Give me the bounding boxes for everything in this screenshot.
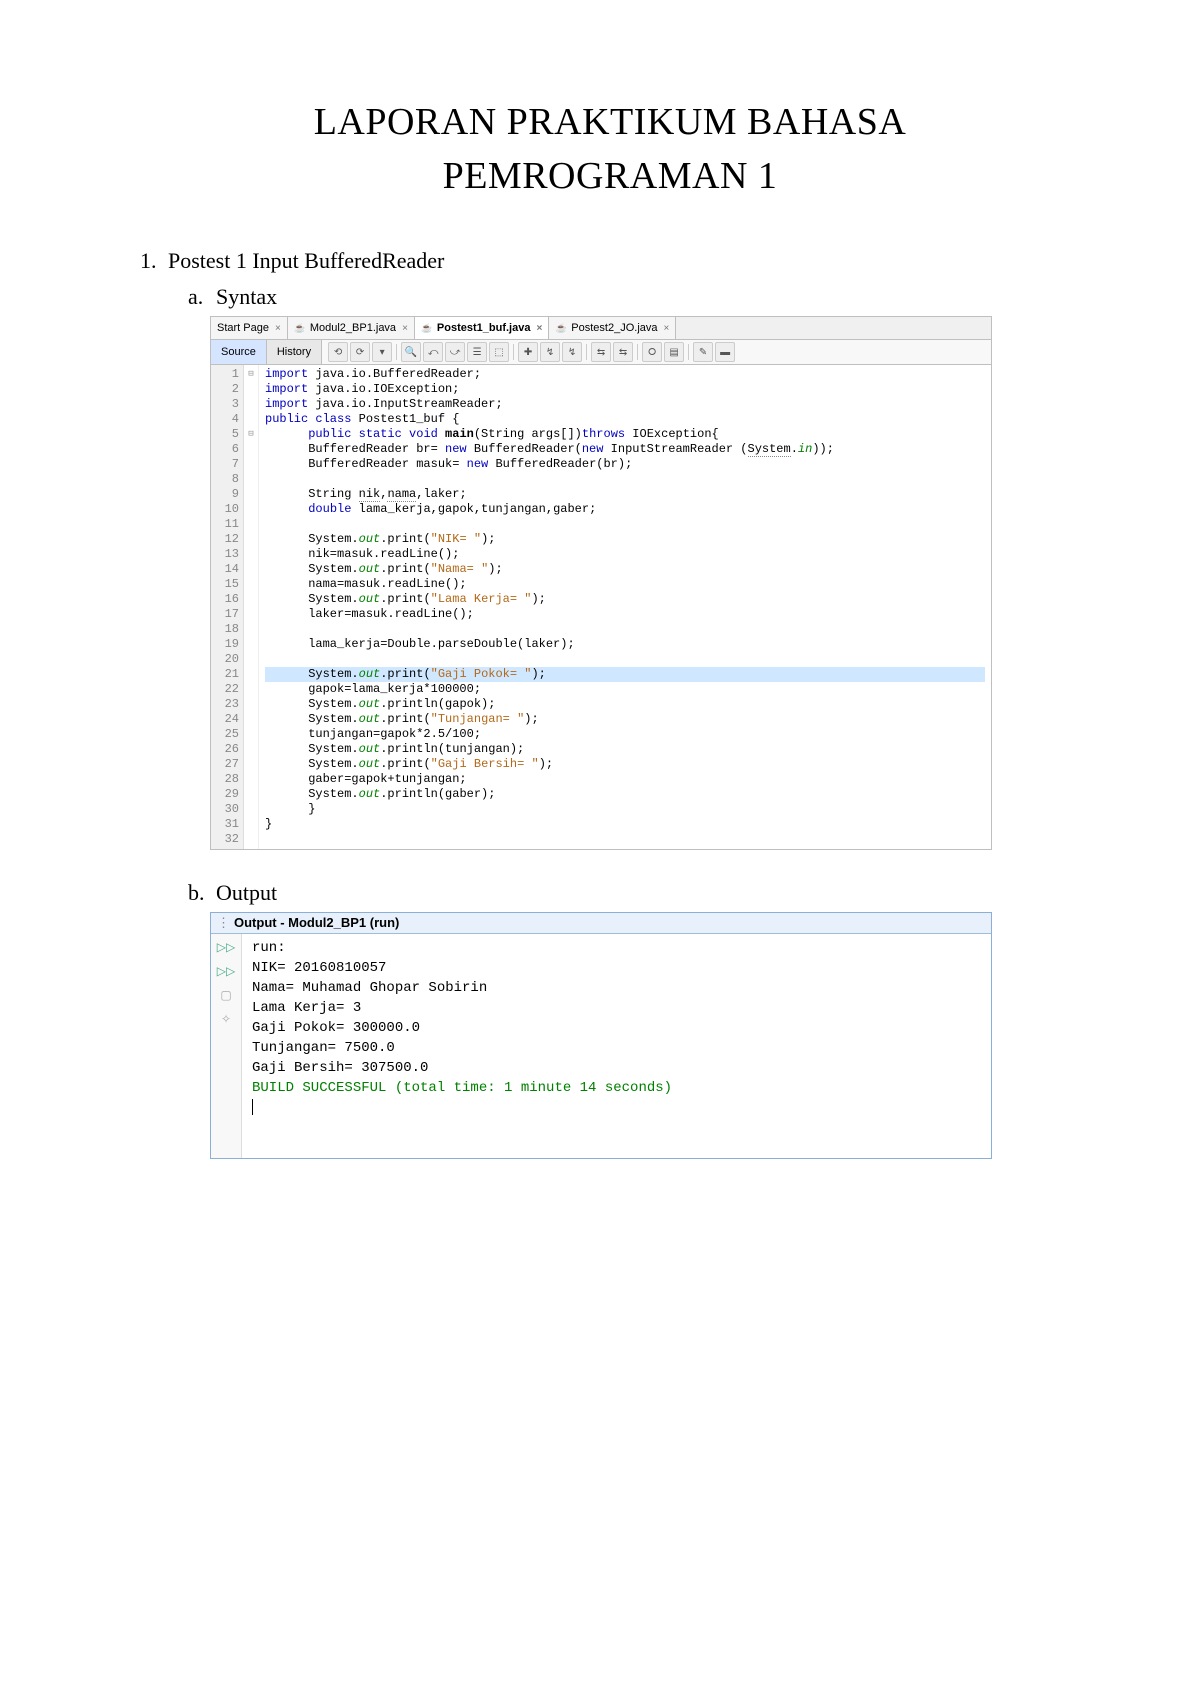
editor-tab-1[interactable]: ☕ Modul2_BP1.java × — [288, 317, 415, 339]
editor-tab-label: Postest2_JO.java — [571, 322, 657, 334]
toolbar-icon[interactable]: ⤺ — [423, 342, 443, 362]
doc-title-line1: LAPORAN PRAKTIKUM BAHASA — [140, 100, 1080, 144]
code-area: 1234567891011121314151617181920212223242… — [211, 365, 991, 849]
toolbar-icon[interactable]: 🔍 — [401, 342, 421, 362]
close-icon[interactable]: × — [536, 323, 542, 334]
close-icon[interactable]: × — [664, 323, 670, 334]
toolbar-icon[interactable]: ⤻ — [445, 342, 465, 362]
editor-tab-label: Modul2_BP1.java — [310, 322, 396, 334]
line-number-gutter: 1234567891011121314151617181920212223242… — [211, 365, 244, 849]
ide-editor: Start Page × ☕ Modul2_BP1.java × ☕ Postest1_bu… — [210, 316, 992, 850]
toolbar-icon[interactable]: ▾ — [372, 342, 392, 362]
output-console[interactable]: run:NIK= 20160810057Nama= Muhamad Ghopar… — [242, 934, 991, 1158]
section-1-text: Postest 1 Input BufferedReader — [168, 248, 444, 273]
toolbar-icon[interactable]: ▤ — [664, 342, 684, 362]
java-file-icon: ☕ — [421, 322, 433, 334]
toolbar-icon[interactable]: ▬ — [715, 342, 735, 362]
toolbar-separator — [396, 344, 397, 360]
output-gutter: ▷▷ ▷▷ ▢ ✧ — [211, 934, 242, 1158]
toolbar-separator — [513, 344, 514, 360]
history-view-button[interactable]: History — [267, 340, 322, 364]
output-gutter-icon[interactable]: ✧ — [217, 1010, 235, 1028]
subsection-a: a.Syntax — [188, 284, 1080, 310]
toolbar-icon[interactable]: ⇆ — [591, 342, 611, 362]
toolbar-icon[interactable]: ⟳ — [350, 342, 370, 362]
editor-toolbar: Source History ⟲⟳▾🔍⤺⤻☰⬚✚↯↯⇆⇆⭘▤✎▬ — [211, 340, 991, 365]
grip-icon: ⋮ — [217, 915, 230, 930]
editor-tab-3[interactable]: ☕ Postest2_JO.java × — [549, 317, 676, 339]
source-view-button[interactable]: Source — [211, 340, 267, 364]
section-1: 1.Postest 1 Input BufferedReader — [140, 248, 1080, 274]
subsection-b-letter: b. — [188, 880, 216, 906]
subsection-b-text: Output — [216, 880, 277, 905]
section-1-number: 1. — [140, 248, 168, 274]
toolbar-icon[interactable]: ✚ — [518, 342, 538, 362]
fold-gutter: ⊟ ⊟ — [244, 365, 259, 849]
toolbar-icon-row: ⟲⟳▾🔍⤺⤻☰⬚✚↯↯⇆⇆⭘▤✎▬ — [322, 342, 741, 362]
toolbar-separator — [688, 344, 689, 360]
close-icon[interactable]: × — [402, 323, 408, 334]
toolbar-icon[interactable]: ⇆ — [613, 342, 633, 362]
subsection-a-letter: a. — [188, 284, 216, 310]
subsection-a-text: Syntax — [216, 284, 277, 309]
editor-tab-2[interactable]: ☕ Postest1_buf.java × — [415, 317, 549, 339]
toolbar-icon[interactable]: ⭘ — [642, 342, 662, 362]
toolbar-icon[interactable]: ↯ — [562, 342, 582, 362]
editor-tab-label: Postest1_buf.java — [437, 322, 531, 334]
output-title-bar: ⋮ Output - Modul2_BP1 (run) — [211, 913, 991, 934]
editor-tab-label: Start Page — [217, 322, 269, 334]
output-panel: ⋮ Output - Modul2_BP1 (run) ▷▷ ▷▷ ▢ ✧ run:NI… — [210, 912, 992, 1159]
toolbar-icon[interactable]: ↯ — [540, 342, 560, 362]
output-gutter-icon[interactable]: ▷▷ — [217, 962, 235, 980]
toolbar-icon[interactable]: ☰ — [467, 342, 487, 362]
toolbar-separator — [637, 344, 638, 360]
subsection-b: b.Output — [188, 880, 1080, 906]
toolbar-separator — [586, 344, 587, 360]
java-file-icon: ☕ — [294, 322, 306, 334]
output-gutter-icon[interactable]: ▢ — [217, 986, 235, 1004]
toolbar-icon[interactable]: ⟲ — [328, 342, 348, 362]
java-file-icon: ☕ — [555, 322, 567, 334]
code-content[interactable]: import java.io.BufferedReader;import jav… — [259, 365, 991, 849]
toolbar-icon[interactable]: ⬚ — [489, 342, 509, 362]
close-icon[interactable]: × — [275, 323, 281, 334]
editor-tabs: Start Page × ☕ Modul2_BP1.java × ☕ Postest1_bu… — [211, 317, 991, 340]
editor-tab-0[interactable]: Start Page × — [211, 317, 288, 339]
doc-title-line2: PEMROGRAMAN 1 — [140, 154, 1080, 198]
output-gutter-icon[interactable]: ▷▷ — [217, 938, 235, 956]
output-title-text: Output - Modul2_BP1 (run) — [234, 915, 399, 930]
toolbar-icon[interactable]: ✎ — [693, 342, 713, 362]
